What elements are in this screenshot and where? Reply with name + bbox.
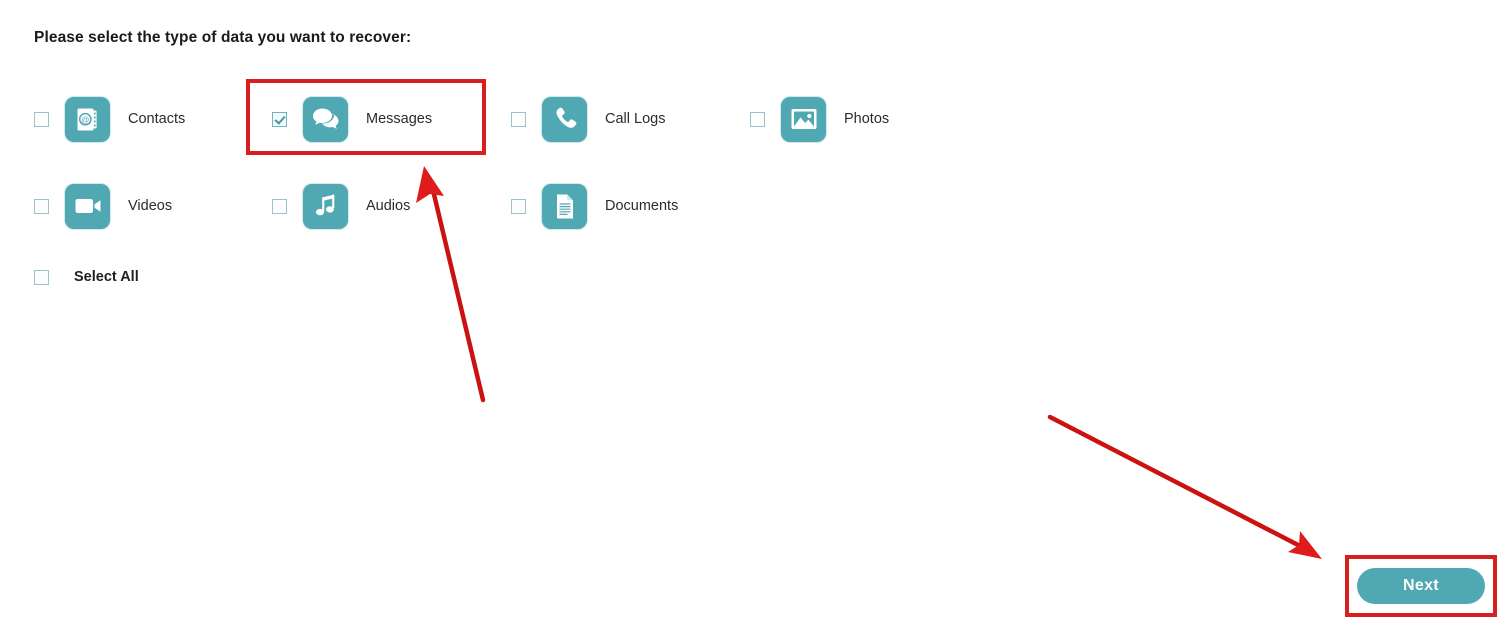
- option-label-photos: Photos: [844, 111, 890, 127]
- next-button[interactable]: Next: [1357, 568, 1485, 604]
- select-all-row[interactable]: Select All: [34, 269, 139, 285]
- option-messages[interactable]: Messages: [272, 95, 432, 143]
- option-documents[interactable]: Documents: [511, 182, 678, 230]
- option-label-documents: Documents: [605, 198, 679, 214]
- address-book-icon: @: [65, 96, 110, 142]
- speech-bubbles-icon: [303, 96, 348, 142]
- checkbox-audios[interactable]: [272, 198, 287, 214]
- music-note-icon: [303, 183, 348, 229]
- checkbox-select-all[interactable]: [34, 269, 49, 285]
- option-label-audios: Audios: [366, 198, 411, 214]
- video-camera-icon: [65, 183, 110, 229]
- option-videos[interactable]: Videos: [34, 182, 172, 230]
- option-label-contacts: Contacts: [128, 111, 186, 127]
- checkbox-videos[interactable]: [34, 198, 49, 214]
- checkbox-call-logs[interactable]: [511, 111, 526, 127]
- page-title: Please select the type of data you want …: [34, 29, 412, 46]
- option-photos[interactable]: Photos: [750, 95, 889, 143]
- picture-icon: [781, 96, 826, 142]
- arrow-to-next-button: [1047, 414, 1322, 559]
- checkbox-messages[interactable]: [272, 111, 287, 127]
- option-contacts[interactable]: @ Contacts: [34, 95, 185, 143]
- option-call-logs[interactable]: Call Logs: [511, 95, 665, 143]
- checkbox-photos[interactable]: [750, 111, 765, 127]
- arrow-to-messages: [416, 166, 486, 403]
- data-type-selection-screen: Please select the type of data you want …: [0, 0, 1500, 629]
- checkbox-documents[interactable]: [511, 198, 526, 214]
- document-page-icon: [542, 183, 587, 229]
- option-label-videos: Videos: [128, 198, 173, 214]
- option-audios[interactable]: Audios: [272, 182, 410, 230]
- checkbox-contacts[interactable]: [34, 111, 49, 127]
- phone-handset-icon: [542, 96, 587, 142]
- option-label-messages: Messages: [366, 111, 433, 127]
- select-all-label: Select All: [74, 269, 139, 285]
- svg-text:@: @: [81, 115, 89, 124]
- option-label-call-logs: Call Logs: [605, 111, 666, 127]
